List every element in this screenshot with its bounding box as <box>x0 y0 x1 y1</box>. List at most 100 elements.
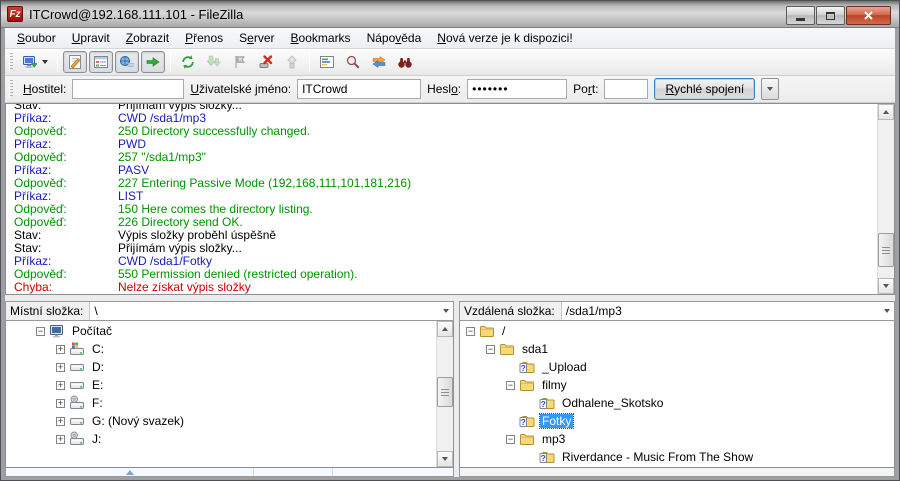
toolbar-toggle-queue-button[interactable] <box>141 51 165 73</box>
local-tree-item-d[interactable]: + D: <box>36 358 436 376</box>
toolbar-reconnect-button[interactable] <box>280 51 304 73</box>
expand-icon[interactable]: + <box>56 399 65 408</box>
menu-item-zobrazit[interactable]: Zobrazit <box>118 29 177 47</box>
svg-text:?: ? <box>541 399 546 409</box>
menu-item-bookmarks[interactable]: Bookmarks <box>283 29 359 47</box>
toolbar-toggle-remote-tree-button[interactable] <box>115 51 139 73</box>
log-message: 150 Here comes the directory listing. <box>118 202 313 216</box>
remote-tree-item-filmy[interactable]: −filmy <box>466 376 894 394</box>
local-tree: −Počítač+C:+D:+E:+F:+G: (Nový svazek)+J: <box>6 321 436 467</box>
maximize-button[interactable] <box>816 6 845 25</box>
remote-tree-item-riverdance-music-from-the-show[interactable]: +?Riverdance - Music From The Show <box>466 448 894 466</box>
collapse-icon[interactable]: − <box>36 327 45 336</box>
expand-icon[interactable]: + <box>56 435 65 444</box>
menu-item-p-enos[interactable]: Přenos <box>177 29 231 47</box>
folder-question-icon: ? <box>519 359 536 375</box>
log-message: 257 "/sda1/mp3" <box>118 150 206 164</box>
local-tree-item-g-nov-svazek[interactable]: + G: (Nový svazek) <box>36 412 436 430</box>
quickconnect-dropdown-button[interactable] <box>761 78 779 100</box>
log-scrollbar[interactable] <box>877 104 894 294</box>
minimize-button[interactable] <box>786 6 815 25</box>
log-scrollbar-thumb[interactable] <box>878 233 894 267</box>
remote-tree-item-sda1[interactable]: − sda1 <box>466 340 894 358</box>
folder-icon <box>519 431 536 447</box>
scroll-up-button[interactable] <box>437 321 453 337</box>
toolbar-gripper[interactable] <box>9 53 13 71</box>
menu-item-n-pov-da[interactable]: Nápověda <box>359 29 430 47</box>
toolbar-filter-button[interactable] <box>315 51 339 73</box>
tree-item-label: Riverdance - Music From The Show <box>560 450 755 464</box>
remote-tree-item-fotky[interactable]: +?Fotky <box>466 412 894 430</box>
collapse-icon[interactable]: − <box>486 345 495 354</box>
toolbar-find-button[interactable] <box>393 51 417 73</box>
toolbar-toggle-local-tree-button[interactable] <box>89 51 113 73</box>
password-input[interactable] <box>467 79 567 99</box>
quickconnect-button[interactable]: Rychlé spojení <box>654 78 755 100</box>
tree-item-label: D: <box>90 360 106 374</box>
remote-tree-item-mp3[interactable]: −mp3 <box>466 430 894 448</box>
remote-folder-combobox[interactable]: /sda1/mp3 <box>562 302 894 320</box>
local-tree-item-po-ta[interactable]: −Počítač <box>36 322 436 340</box>
tree-item-label: G: (Nový svazek) <box>90 414 186 428</box>
tree-item-label: sda1 <box>520 342 550 356</box>
scroll-down-button[interactable] <box>878 278 894 294</box>
local-tree-item-j[interactable]: +J: <box>36 430 436 448</box>
remote-tree-item-[interactable]: −/ <box>466 322 894 340</box>
local-tree-item-c[interactable]: +C: <box>36 340 436 358</box>
menu-item-upravit[interactable]: Upravit <box>64 29 118 47</box>
expand-icon[interactable]: + <box>56 381 65 390</box>
local-combo-arrow-button[interactable] <box>438 302 453 320</box>
collapse-icon[interactable]: − <box>506 435 515 444</box>
scroll-up-button[interactable] <box>878 104 894 120</box>
port-input[interactable] <box>604 79 648 99</box>
local-folder-combobox[interactable]: \ <box>90 302 453 320</box>
toolbar-site-manager-button[interactable] <box>18 51 52 73</box>
expand-icon[interactable]: + <box>56 345 65 354</box>
chevron-down-icon <box>884 309 890 313</box>
filter-icon <box>319 54 335 70</box>
local-folder-path: \ <box>90 304 438 318</box>
local-tree-scrollbar[interactable] <box>436 321 453 467</box>
scroll-down-button[interactable] <box>437 451 453 467</box>
file-list-header[interactable] <box>5 468 454 477</box>
collapse-icon[interactable]: − <box>466 327 475 336</box>
thumb-grip-icon <box>441 389 449 396</box>
log-message: CWD /sda1/Fotky <box>118 254 212 268</box>
cancel-icon <box>232 54 248 70</box>
menu-item-nov-verze-je-k-dispozici[interactable]: Nová verze je k dispozici! <box>429 29 580 47</box>
toolbar-refresh-button[interactable] <box>176 51 200 73</box>
username-input[interactable] <box>297 79 421 99</box>
log-message: 550 Permission denied (restricted operat… <box>118 267 357 281</box>
maximize-icon <box>826 12 835 20</box>
remote-combo-arrow-button[interactable] <box>879 302 894 320</box>
folder-question-icon: ? <box>519 413 536 429</box>
expand-icon[interactable]: + <box>56 417 65 426</box>
svg-text:?: ? <box>521 363 526 373</box>
chevron-down-icon <box>42 60 48 64</box>
remote-tree-item-upload[interactable]: +?_Upload <box>466 358 894 376</box>
menu-item-soubor[interactable]: Soubor <box>9 29 64 47</box>
toolbar-disconnect-button[interactable] <box>254 51 278 73</box>
quickconnect-gripper[interactable] <box>9 80 13 98</box>
toggle-local-tree-icon <box>93 54 109 70</box>
toolbar-compare-button[interactable] <box>341 51 365 73</box>
host-input[interactable] <box>72 79 184 99</box>
toolbar-toggle-log-button[interactable] <box>63 51 87 73</box>
menu-item-server[interactable]: Server <box>231 29 282 47</box>
local-scrollbar-thumb[interactable] <box>437 377 453 407</box>
toolbar-process-queue-button[interactable] <box>202 51 226 73</box>
remote-tree-item-odhalene-skotsko[interactable]: +?Odhalene_Skotsko <box>466 394 894 412</box>
collapse-icon[interactable]: − <box>506 381 515 390</box>
local-tree-item-e[interactable]: +E: <box>36 376 436 394</box>
toolbar-separator <box>57 52 58 72</box>
local-tree-item-f[interactable]: +F: <box>36 394 436 412</box>
refresh-icon <box>180 54 196 70</box>
log-message: CWD /sda1/mp3 <box>118 111 206 125</box>
local-folder-header: Místní složka: \ <box>5 301 454 321</box>
close-button[interactable] <box>846 6 891 25</box>
toolbar-sync-browse-button[interactable] <box>367 51 391 73</box>
toolbar-cancel-button[interactable] <box>228 51 252 73</box>
expand-icon[interactable]: + <box>56 363 65 372</box>
toggle-log-icon <box>67 54 83 70</box>
remote-folder-label: Vzdálená složka: <box>460 302 562 320</box>
